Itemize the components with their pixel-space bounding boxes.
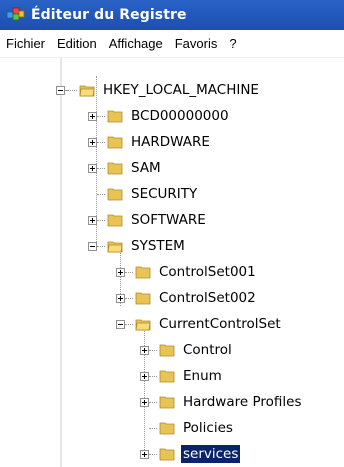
expand-icon[interactable] [140,371,149,381]
tree-node[interactable]: HARDWARE [88,129,212,155]
tree-node-selected[interactable]: services [140,441,241,467]
tree-label[interactable]: SAM [129,159,163,177]
expand-icon[interactable] [88,111,97,121]
tree-node[interactable]: SYSTEM [88,233,187,259]
tree-label[interactable]: Hardware Profiles [181,393,303,411]
registry-tree[interactable]: HKEY_LOCAL_MACHINE BCD00000000 HARDWARE … [0,58,344,467]
folder-icon [159,396,175,409]
collapse-icon[interactable] [88,241,97,251]
tree-node[interactable]: Hardware Profiles [140,389,303,415]
expand-icon[interactable] [140,449,149,459]
tree-node[interactable]: Control [140,337,234,363]
folder-icon [159,370,175,383]
expand-icon[interactable] [116,293,125,303]
tree-node[interactable]: BCD00000000 [88,103,231,129]
menu-edition[interactable]: Edition [51,30,103,58]
tree-node-hklm[interactable]: HKEY_LOCAL_MACHINE [56,77,261,103]
folder-icon [159,448,175,461]
regedit-icon [6,6,26,24]
tree-node[interactable]: Enum [140,363,224,389]
tree-node[interactable]: CurrentControlSet [116,311,283,337]
folder-icon [107,214,123,227]
folder-icon [107,136,123,149]
tree-label[interactable]: Control [181,341,234,359]
folder-icon [159,344,175,357]
tree-label[interactable]: CurrentControlSet [157,315,283,333]
tree-label[interactable]: services [181,445,241,463]
tree-node[interactable]: SAM [88,155,163,181]
collapse-icon[interactable] [116,319,125,329]
folder-icon [107,188,123,201]
tree-label[interactable]: HKEY_LOCAL_MACHINE [101,81,261,99]
folder-icon [107,162,123,175]
tree-label[interactable]: HARDWARE [129,133,212,151]
expand-icon[interactable] [88,215,97,225]
tree-label[interactable]: BCD00000000 [129,107,231,125]
tree-label[interactable]: ControlSet002 [157,289,258,307]
tree-label[interactable]: Enum [181,367,224,385]
tree-label[interactable]: ControlSet001 [157,263,258,281]
tree-label[interactable]: SOFTWARE [129,211,208,229]
menu-favoris[interactable]: Favoris [169,30,224,58]
folder-open-icon [107,241,123,253]
window-title: Éditeur du Registre [31,7,187,23]
tree-label[interactable]: SYSTEM [129,237,187,255]
tree-node[interactable]: SECURITY [88,181,199,207]
expand-icon[interactable] [116,267,125,277]
tree-node[interactable]: ControlSet002 [116,285,258,311]
tree-indent-line [60,58,62,467]
tree-node[interactable]: SOFTWARE [88,207,208,233]
title-bar: Éditeur du Registre [0,0,344,30]
menu-affichage[interactable]: Affichage [103,30,169,58]
folder-open-icon [135,319,151,331]
expand-icon[interactable] [140,345,149,355]
folder-icon [135,292,151,305]
collapse-icon[interactable] [56,85,65,95]
menu-fichier[interactable]: Fichier [0,30,51,58]
tree-node[interactable]: Policies [140,415,235,441]
folder-icon [135,266,151,279]
folder-icon [159,422,175,435]
menu-bar: Fichier Edition Affichage Favoris ? [0,30,344,58]
expand-icon[interactable] [88,137,97,147]
tree-label[interactable]: SECURITY [129,185,199,203]
expand-icon[interactable] [88,163,97,173]
folder-icon [107,110,123,123]
expand-icon[interactable] [140,397,149,407]
menu-help[interactable]: ? [223,30,242,58]
tree-label[interactable]: Policies [181,419,235,437]
tree-node[interactable]: ControlSet001 [116,259,258,285]
folder-open-icon [79,85,95,97]
